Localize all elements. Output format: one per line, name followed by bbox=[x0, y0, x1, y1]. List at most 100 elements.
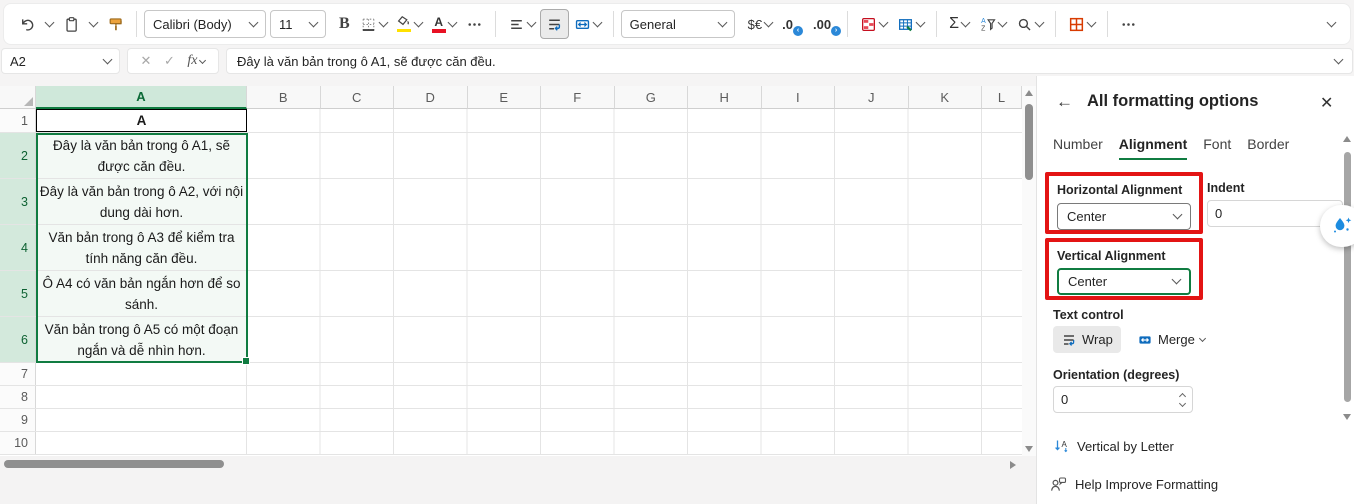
panel-scrollbar-thumb[interactable] bbox=[1344, 152, 1351, 402]
empty-cells[interactable] bbox=[247, 386, 1022, 408]
undo-menu-button[interactable] bbox=[41, 9, 58, 39]
merge-cells-button[interactable] bbox=[569, 9, 606, 39]
cell-styles-button[interactable] bbox=[1063, 9, 1100, 39]
designer-float-button[interactable] bbox=[1320, 205, 1354, 247]
name-box[interactable]: A2 bbox=[1, 48, 120, 74]
column-header-D[interactable]: D bbox=[394, 86, 468, 109]
cell-A6[interactable]: Văn bản trong ô A5 có một đoạn ngắn và d… bbox=[36, 317, 247, 362]
horizontal-scrollbar-thumb[interactable] bbox=[4, 460, 224, 468]
cell-A9[interactable] bbox=[36, 409, 247, 431]
empty-cells[interactable] bbox=[247, 109, 1022, 132]
decrease-decimal-button[interactable]: .0 ‹ bbox=[777, 9, 803, 39]
cell-A10[interactable] bbox=[36, 432, 247, 454]
orientation-spinner[interactable] bbox=[1178, 392, 1187, 407]
row-header-1[interactable]: 1 bbox=[0, 109, 36, 132]
cell-A8[interactable] bbox=[36, 386, 247, 408]
font-name-combo[interactable]: Calibri (Body) bbox=[144, 10, 266, 38]
empty-cells[interactable] bbox=[247, 432, 1022, 454]
column-header-A[interactable]: A bbox=[36, 86, 247, 109]
row-header-7[interactable]: 7 bbox=[0, 363, 36, 385]
column-header-H[interactable]: H bbox=[688, 86, 762, 109]
column-header-E[interactable]: E bbox=[467, 86, 541, 109]
wrap-text-button[interactable] bbox=[539, 9, 569, 39]
format-painter-button[interactable] bbox=[102, 9, 129, 39]
close-icon[interactable]: ✕ bbox=[1320, 93, 1333, 113]
vertical-alignment-select[interactable]: Center bbox=[1057, 268, 1191, 295]
more-commands-button[interactable] bbox=[1115, 9, 1142, 39]
autosum-button[interactable]: Σ bbox=[944, 9, 974, 39]
merge-button[interactable]: Merge bbox=[1129, 326, 1213, 353]
column-header-G[interactable]: G bbox=[614, 86, 688, 109]
paste-button[interactable] bbox=[58, 9, 85, 39]
format-as-table-button[interactable] bbox=[892, 9, 929, 39]
ribbon-collapse-button[interactable] bbox=[1323, 9, 1340, 39]
panel-scrollbar[interactable] bbox=[1342, 134, 1351, 434]
row-header-2[interactable]: 2 bbox=[0, 133, 36, 178]
font-size-combo[interactable]: 11 bbox=[270, 10, 326, 38]
cell-A3[interactable]: Đây là văn bản trong ô A2, với nội dung … bbox=[36, 179, 247, 224]
row-header-3[interactable]: 3 bbox=[0, 179, 36, 224]
row-header-10[interactable]: 10 bbox=[0, 432, 36, 454]
sort-filter-button[interactable]: AZ bbox=[974, 9, 1011, 39]
column-header-B[interactable]: B bbox=[247, 86, 321, 109]
increase-decimal-button[interactable]: .00 › bbox=[808, 9, 842, 39]
tab-alignment[interactable]: Alignment bbox=[1118, 136, 1188, 160]
number-format-combo[interactable]: General bbox=[620, 10, 735, 38]
row-header-8[interactable]: 8 bbox=[0, 386, 36, 408]
help-improve-button[interactable]: Help Improve Formatting bbox=[1049, 476, 1218, 493]
panel-scroll-up-arrow[interactable] bbox=[1343, 136, 1351, 142]
font-color-button[interactable]: A bbox=[427, 9, 461, 39]
fill-color-button[interactable] bbox=[392, 9, 427, 39]
row-header-5[interactable]: 5 bbox=[0, 271, 36, 316]
vertical-scrollbar[interactable] bbox=[1022, 86, 1036, 456]
empty-cells[interactable] bbox=[247, 409, 1022, 431]
column-header-J[interactable]: J bbox=[835, 86, 909, 109]
wrap-button[interactable]: Wrap bbox=[1053, 326, 1121, 353]
empty-cells[interactable] bbox=[247, 133, 1022, 178]
column-header-K[interactable]: K bbox=[908, 86, 982, 109]
undo-button[interactable] bbox=[14, 9, 41, 39]
scroll-up-arrow[interactable] bbox=[1025, 90, 1033, 96]
conditional-formatting-button[interactable] bbox=[855, 9, 892, 39]
borders-button[interactable] bbox=[355, 9, 392, 39]
orientation-input[interactable]: 0 bbox=[1053, 386, 1193, 413]
scroll-right-arrow[interactable] bbox=[1010, 461, 1016, 469]
paste-menu-button[interactable] bbox=[85, 9, 102, 39]
column-header-F[interactable]: F bbox=[541, 86, 615, 109]
empty-cells[interactable] bbox=[247, 363, 1022, 385]
horizontal-scrollbar[interactable] bbox=[0, 458, 1022, 470]
align-button[interactable] bbox=[503, 9, 540, 39]
cell-A5[interactable]: Ô A4 có văn bản ngắn hơn để so sánh. bbox=[36, 271, 247, 316]
tab-font[interactable]: Font bbox=[1203, 136, 1231, 160]
find-button[interactable] bbox=[1011, 9, 1048, 39]
tab-border[interactable]: Border bbox=[1247, 136, 1289, 160]
row-header-9[interactable]: 9 bbox=[0, 409, 36, 431]
column-header-I[interactable]: I bbox=[761, 86, 835, 109]
column-header-C[interactable]: C bbox=[320, 86, 394, 109]
cell-A4[interactable]: Văn bản trong ô A3 để kiểm tra tính năng… bbox=[36, 225, 247, 270]
row-header-4[interactable]: 4 bbox=[0, 225, 36, 270]
horizontal-alignment-select[interactable]: Center bbox=[1057, 203, 1191, 230]
cell-A7[interactable] bbox=[36, 363, 247, 385]
tab-number[interactable]: Number bbox=[1053, 136, 1103, 160]
enter-button[interactable]: ✓ bbox=[164, 53, 175, 69]
empty-cells[interactable] bbox=[247, 271, 1022, 316]
formula-bar-expand-icon[interactable] bbox=[1333, 54, 1344, 64]
currency-format-button[interactable]: $€ bbox=[743, 9, 777, 39]
panel-scroll-down-arrow[interactable] bbox=[1343, 414, 1351, 420]
vertical-by-letter-button[interactable]: A Vertical by Letter bbox=[1053, 438, 1174, 454]
cell-A2[interactable]: Đây là văn bản trong ô A1, sẽ được căn đ… bbox=[36, 133, 247, 178]
empty-cells[interactable] bbox=[247, 225, 1022, 270]
cancel-button[interactable]: ✕ bbox=[141, 53, 152, 69]
scroll-down-arrow[interactable] bbox=[1025, 446, 1033, 452]
more-font-options-button[interactable] bbox=[461, 9, 488, 39]
vertical-scrollbar-thumb[interactable] bbox=[1025, 104, 1033, 180]
empty-cells[interactable] bbox=[247, 179, 1022, 224]
insert-function-button[interactable]: fx bbox=[187, 53, 207, 69]
cell-A1[interactable]: A bbox=[36, 109, 247, 132]
row-header-6[interactable]: 6 bbox=[0, 317, 36, 362]
empty-cells[interactable] bbox=[247, 317, 1022, 362]
bold-button[interactable]: B bbox=[334, 9, 355, 39]
column-header-L[interactable]: L bbox=[982, 86, 1022, 109]
back-icon[interactable]: ← bbox=[1056, 92, 1073, 112]
